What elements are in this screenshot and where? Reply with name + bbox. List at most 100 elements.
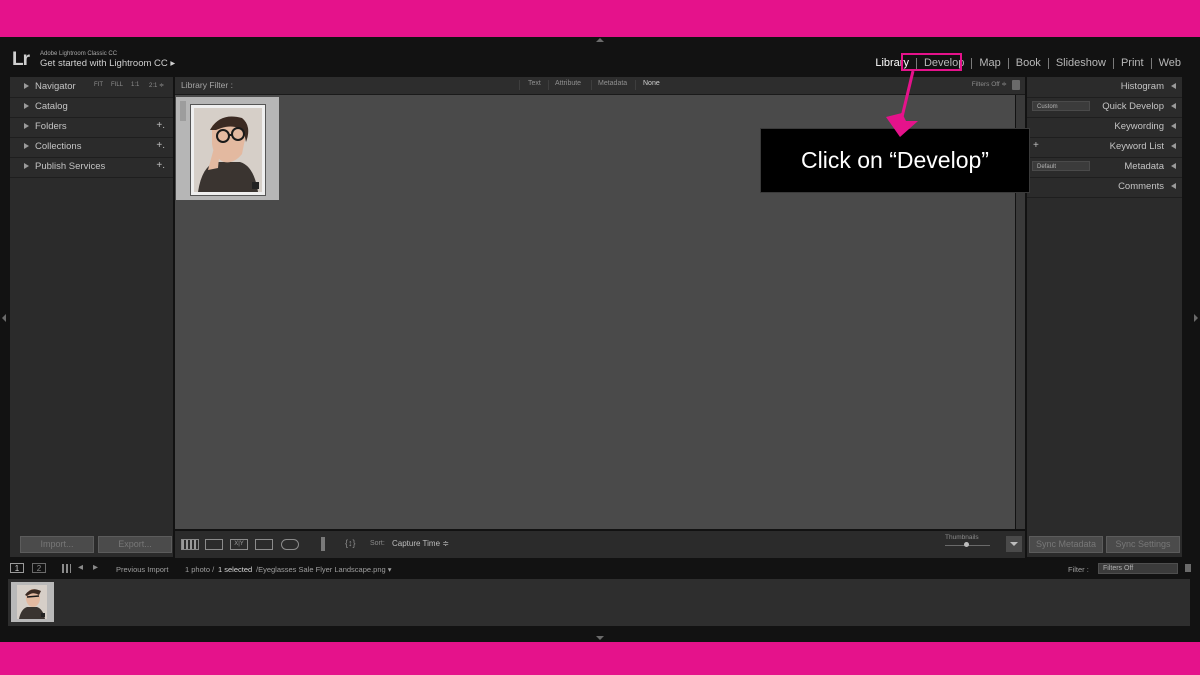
folders-label: Folders (35, 121, 67, 132)
photo-count: 1 photo / (185, 565, 215, 574)
add-keyword-button[interactable]: + (1033, 140, 1039, 151)
zoom-fit[interactable]: FIT (94, 82, 103, 88)
filmstrip-filter-select[interactable]: Filters Off (1098, 563, 1178, 574)
filter-lock-icon[interactable] (1185, 564, 1191, 572)
sort-direction-icon[interactable]: {↕} (345, 538, 356, 548)
module-map[interactable]: Map (972, 57, 1007, 69)
left-panel: Navigator FIT FILL 1:1 2:1 ≑ Catalog Fol… (10, 77, 173, 557)
filter-metadata[interactable]: Metadata (598, 80, 627, 87)
left-panel-toggle-icon[interactable] (2, 314, 6, 322)
bottom-banner (0, 642, 1200, 675)
chevron-down-icon (1010, 542, 1018, 546)
export-button[interactable]: Export... (98, 536, 172, 553)
sync-settings-button[interactable]: Sync Settings (1106, 536, 1180, 553)
module-slideshow[interactable]: Slideshow (1049, 57, 1113, 69)
filter-separator (591, 80, 592, 90)
selected-count: 1 selected (218, 565, 253, 574)
expand-icon (24, 123, 29, 129)
filmstrip[interactable] (8, 579, 1190, 626)
module-web[interactable]: Web (1152, 57, 1188, 69)
grid-icon[interactable] (62, 564, 71, 573)
file-name[interactable]: /Eyeglasses Sale Flyer Landscape.png ▾ (256, 565, 392, 574)
zoom-2-1[interactable]: 2:1 ≑ (149, 82, 164, 89)
expand-icon (24, 83, 29, 89)
collapse-icon (1171, 163, 1176, 169)
panel-keywording[interactable]: Keywording (1027, 117, 1182, 138)
panel-catalog[interactable]: Catalog (10, 97, 173, 118)
filter-separator (519, 80, 520, 90)
add-publish-service-button[interactable]: +. (156, 160, 165, 171)
spray-can-icon[interactable] (321, 537, 325, 551)
right-panel-toggle-icon[interactable] (1194, 314, 1198, 322)
toolbar-options-button[interactable] (1006, 536, 1022, 552)
filters-off-select[interactable]: Filters Off ≑ (972, 80, 1007, 88)
import-button[interactable]: Import... (20, 536, 94, 553)
panel-metadata[interactable]: Default Metadata (1027, 157, 1182, 178)
panel-navigator[interactable]: Navigator FIT FILL 1:1 2:1 ≑ (10, 77, 173, 98)
primary-window-button[interactable]: 1 (10, 563, 24, 573)
thumbnails-label: Thumbnails (945, 534, 979, 541)
zoom-fill[interactable]: FILL (111, 82, 123, 88)
lightroom-window: Lr Adobe Lightroom Classic CC Get starte… (0, 37, 1200, 642)
panel-quick-develop[interactable]: Custom Quick Develop (1027, 97, 1182, 118)
get-started-link[interactable]: Get started with Lightroom CC ▸ (40, 58, 175, 69)
filmstrip-bar: 1 2 ◂ ▸ Previous Import 1 photo / 1 sele… (0, 559, 1200, 578)
panel-collections[interactable]: Collections +. (10, 137, 173, 158)
survey-view-icon[interactable] (255, 539, 273, 550)
zoom-1-1[interactable]: 1:1 (131, 82, 139, 88)
saved-preset-select[interactable]: Custom (1032, 101, 1090, 111)
collections-label: Collections (35, 141, 82, 152)
panel-folders[interactable]: Folders +. (10, 117, 173, 138)
people-view-icon[interactable] (281, 539, 299, 550)
filter-label: Filter : (1068, 565, 1089, 574)
back-arrow-icon[interactable]: ◂ (78, 562, 83, 573)
filter-none[interactable]: None (643, 80, 660, 87)
right-panel: Histogram Custom Quick Develop Keywordin… (1027, 77, 1182, 557)
thumbnail-size-knob[interactable] (964, 542, 969, 547)
add-folder-button[interactable]: +. (156, 120, 165, 131)
photo-image (194, 108, 262, 192)
lock-icon[interactable] (1012, 80, 1020, 90)
collapse-icon (1171, 123, 1176, 129)
catalog-label: Catalog (35, 101, 68, 112)
sync-metadata-button[interactable]: Sync Metadata (1029, 536, 1103, 553)
callout-text: Click on “Develop” (801, 147, 989, 173)
module-print[interactable]: Print (1114, 57, 1151, 69)
filter-separator (548, 80, 549, 90)
quick-develop-label: Quick Develop (1102, 101, 1164, 112)
filmstrip-thumbnail[interactable] (11, 582, 54, 622)
forward-arrow-icon[interactable]: ▸ (93, 562, 98, 573)
photo-thumbnail[interactable] (190, 104, 266, 196)
histogram-label: Histogram (1120, 81, 1164, 92)
brand-name: Adobe Lightroom Classic CC (40, 51, 118, 57)
expand-icon (24, 103, 29, 109)
panel-comments[interactable]: Comments (1027, 177, 1182, 198)
collapse-icon (1171, 143, 1176, 149)
filmstrip-photo (17, 585, 47, 619)
collapse-icon (1171, 103, 1176, 109)
source-label[interactable]: Previous Import (116, 565, 169, 574)
panel-histogram[interactable]: Histogram (1027, 77, 1182, 98)
bottom-panel-toggle-icon[interactable] (596, 636, 604, 640)
module-book[interactable]: Book (1009, 57, 1048, 69)
grid-view-icon[interactable] (181, 539, 199, 550)
top-panel-toggle-icon[interactable] (596, 38, 604, 42)
library-filter-label: Library Filter : (181, 80, 233, 90)
panel-publish-services[interactable]: Publish Services +. (10, 157, 173, 178)
compare-view-icon[interactable]: X|Y (230, 539, 248, 550)
secondary-window-button[interactable]: 2 (32, 563, 46, 573)
metadata-preset-select[interactable]: Default (1032, 161, 1090, 171)
filter-attribute[interactable]: Attribute (555, 80, 581, 87)
lightroom-logo: Lr (12, 49, 30, 70)
metadata-label: Metadata (1124, 161, 1164, 172)
sort-label: Sort: (370, 540, 385, 547)
add-collection-button[interactable]: +. (156, 140, 165, 151)
loupe-view-icon[interactable] (205, 539, 223, 550)
navigator-label: Navigator (35, 81, 76, 92)
panel-keyword-list[interactable]: + Keyword List (1027, 137, 1182, 158)
sort-select[interactable]: Capture Time ≑ (392, 539, 449, 548)
filter-text[interactable]: Text (528, 80, 541, 87)
expand-icon (24, 143, 29, 149)
keyword-list-label: Keyword List (1109, 141, 1164, 152)
callout-arrow-icon (886, 70, 918, 137)
